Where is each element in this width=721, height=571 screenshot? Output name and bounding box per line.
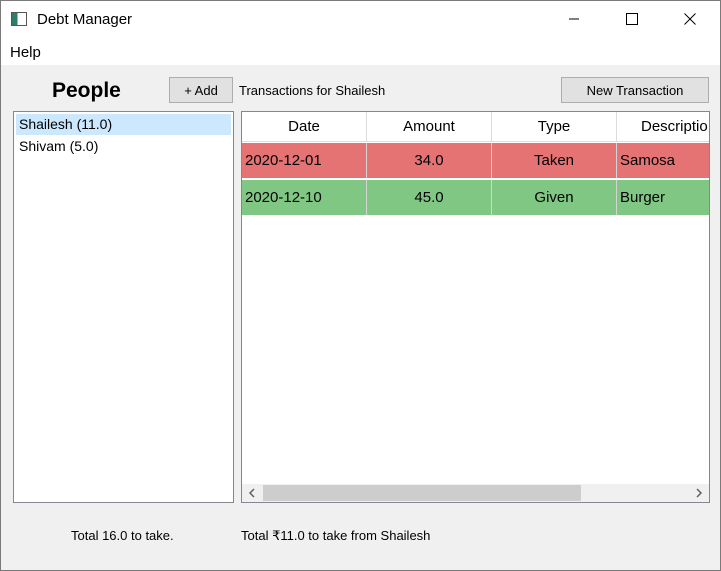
column-header-description[interactable]: Descriptio bbox=[617, 112, 709, 142]
menu-bar: Help bbox=[1, 37, 720, 65]
scroll-right-icon[interactable] bbox=[690, 484, 708, 502]
title-bar: Debt Manager bbox=[1, 1, 720, 37]
cell-amount[interactable]: 34.0 bbox=[367, 143, 492, 179]
cell-description[interactable]: Burger bbox=[617, 180, 709, 216]
menu-help[interactable]: Help bbox=[10, 44, 41, 61]
scroll-left-icon[interactable] bbox=[243, 484, 261, 502]
person-item-shailesh[interactable]: Shailesh (11.0) bbox=[16, 114, 231, 135]
app-icon bbox=[11, 12, 27, 26]
cell-date[interactable]: 2020-12-01 bbox=[242, 143, 367, 179]
horizontal-scrollbar[interactable] bbox=[242, 484, 709, 502]
total-person-label: Total ₹11.0 to take from Shailesh bbox=[241, 528, 431, 543]
app-window: Debt Manager Help People + Add Transacti… bbox=[0, 0, 721, 571]
minimize-icon bbox=[569, 18, 579, 20]
cell-date[interactable]: 2020-12-10 bbox=[242, 180, 367, 216]
table-row[interactable]: 2020-12-10 45.0 Given Burger bbox=[242, 180, 709, 216]
person-item-shivam[interactable]: Shivam (5.0) bbox=[16, 136, 231, 157]
cell-amount[interactable]: 45.0 bbox=[367, 180, 492, 216]
close-icon bbox=[684, 13, 696, 25]
add-person-button[interactable]: + Add bbox=[169, 77, 233, 103]
cell-type[interactable]: Given bbox=[492, 180, 617, 216]
maximize-button[interactable] bbox=[603, 1, 661, 37]
total-overall-label: Total 16.0 to take. bbox=[71, 528, 174, 543]
column-header-type[interactable]: Type bbox=[492, 112, 617, 142]
new-transaction-button[interactable]: New Transaction bbox=[561, 77, 709, 103]
scrollbar-thumb[interactable] bbox=[263, 485, 581, 501]
column-header-date[interactable]: Date bbox=[242, 112, 367, 142]
close-button[interactable] bbox=[661, 1, 719, 37]
transactions-heading: Transactions for Shailesh bbox=[239, 83, 386, 98]
people-list[interactable]: Shailesh (11.0) Shivam (5.0) bbox=[13, 111, 234, 503]
window-title: Debt Manager bbox=[37, 11, 133, 28]
maximize-icon bbox=[626, 13, 638, 25]
cell-description[interactable]: Samosa bbox=[617, 143, 709, 179]
people-heading: People bbox=[52, 79, 121, 102]
transactions-table: Date Amount Type Descriptio 2020-12-01 3… bbox=[241, 111, 710, 503]
table-row[interactable]: 2020-12-01 34.0 Taken Samosa bbox=[242, 143, 709, 179]
minimize-button[interactable] bbox=[545, 1, 603, 37]
table-viewport: Date Amount Type Descriptio 2020-12-01 3… bbox=[242, 112, 709, 484]
column-header-amount[interactable]: Amount bbox=[367, 112, 492, 142]
cell-type[interactable]: Taken bbox=[492, 143, 617, 179]
